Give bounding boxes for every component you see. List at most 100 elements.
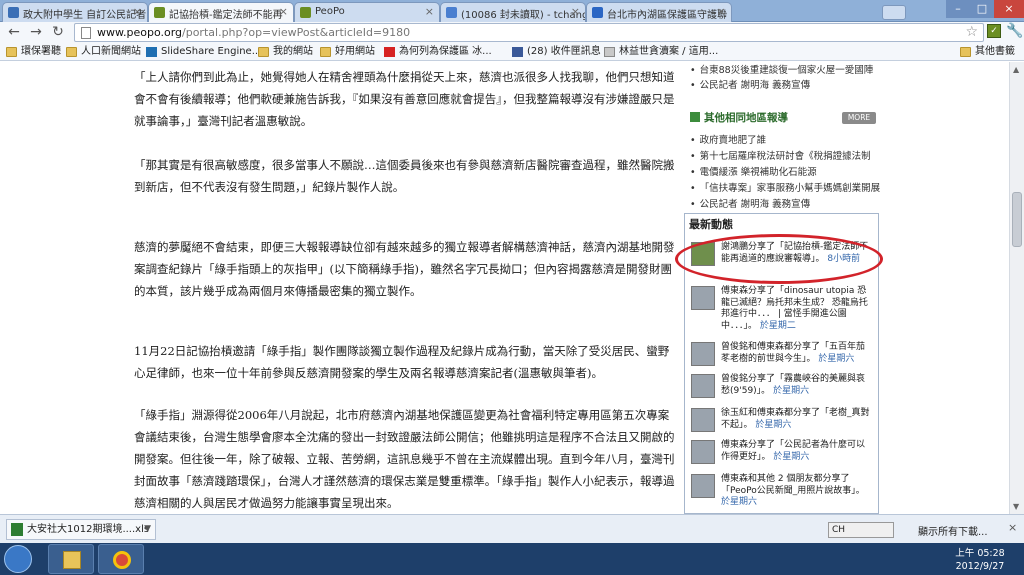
- bookmark-item[interactable]: 我的網站: [258, 44, 313, 60]
- bookmark-label: 為何列為保護區 冰...: [399, 46, 492, 57]
- folder-icon: [258, 47, 269, 57]
- bookmark-label: (28) 收件匣訊息: [527, 46, 601, 57]
- excel-file-icon: [11, 523, 23, 536]
- chrome-icon: [113, 551, 131, 569]
- activity-text: 傅東森和其他 2 個朋友都分享了「PeoPo公民新聞_用照片說故事」。 於星期六: [721, 474, 865, 507]
- slideshare-icon: [146, 47, 157, 57]
- article-paragraph: 「綠手指」淵源得從2006年八月說起，北市府慈濟內湖基地保護區變更為社會福利特定…: [134, 408, 675, 510]
- tab-1[interactable]: 政大附中學生 自訂公民記者 ×: [2, 2, 148, 22]
- folder-icon: [320, 47, 331, 57]
- download-filename: 大安社大1012期環境....xls: [27, 524, 150, 535]
- tab-5[interactable]: 台北市內湖區保護區守護聯 ×: [586, 2, 732, 22]
- activity-time: 於星期六: [755, 419, 792, 430]
- tab-favicon-icon: [446, 7, 457, 18]
- bookmark-item[interactable]: 環保署聽: [6, 44, 61, 60]
- tab-strip: 政大附中學生 自訂公民記者 × 記協抬槓-鑑定法師不能再 × PeoPo × (…: [0, 0, 1024, 22]
- scroll-thumb[interactable]: [1012, 192, 1022, 247]
- activity-item[interactable]: 傅東森和其他 2 個朋友都分享了「PeoPo公民新聞_用照片說故事」。 於星期六: [691, 474, 876, 514]
- article-paragraph: 11月22日記協抬槓邀請「綠手指」製作團隊談獨立製作過程及紀錄片成為行動，當天除…: [134, 344, 670, 380]
- tab-favicon-icon: [154, 7, 165, 18]
- more-button[interactable]: MORE: [842, 112, 876, 124]
- related-item[interactable]: 第十七屆羅庠稅法研討會《稅捐證據法制: [690, 148, 880, 162]
- extension-icon[interactable]: ✓: [987, 24, 1001, 38]
- sidebar-link[interactable]: 台東88災後重建談復一個家火屋一愛國陣: [690, 62, 874, 76]
- related-item[interactable]: 公民記者 謝明海 義務宣傳: [690, 196, 880, 210]
- bookmark-label: SlideShare Engine...: [161, 46, 262, 57]
- related-heading-label: 其他相同地區報導: [704, 112, 788, 124]
- tab-close-icon[interactable]: ×: [571, 5, 580, 18]
- avatar[interactable]: [691, 440, 715, 464]
- page-content: 「上人請你們到此為止，她覺得她人在精舍裡頭為什麼捐從天上來，慈濟也派很多人找我聊…: [0, 62, 1009, 514]
- scroll-down-icon[interactable]: ▼: [1013, 502, 1019, 511]
- folder-icon: [6, 47, 17, 57]
- chevron-down-icon[interactable]: ▼: [144, 520, 151, 539]
- activity-time: 於星期六: [773, 451, 810, 462]
- bookmark-item[interactable]: 人口新聞網站: [66, 44, 141, 60]
- bookmark-item[interactable]: 為何列為保護區 冰...: [384, 44, 492, 60]
- bookmark-label: 我的網站: [273, 46, 313, 57]
- clock-time: 上午 05:28: [955, 548, 1005, 559]
- bookmark-item[interactable]: SlideShare Engine...: [146, 44, 261, 60]
- new-tab-button[interactable]: [882, 5, 906, 20]
- related-item[interactable]: 政府賣地肥了誰: [690, 132, 880, 146]
- related-heading: 其他相同地區報導 MORE: [690, 109, 876, 129]
- tab-favicon-icon: [8, 7, 19, 18]
- minimize-button[interactable]: –: [946, 0, 970, 18]
- bookmark-item[interactable]: 好用網站: [320, 44, 375, 60]
- address-bar[interactable]: www.peopo.org/portal.php?op=viewPost&art…: [74, 23, 984, 42]
- start-button[interactable]: [4, 545, 32, 573]
- bookmark-item[interactable]: 林益世貪瀆案 / 這用...: [604, 44, 718, 60]
- activity-item[interactable]: 傅東森分享了「dinosaur utopia 恐龍已滅絕？烏托邦未生成？ 恐龍烏…: [691, 286, 876, 331]
- vertical-scrollbar[interactable]: ▲ ▼: [1009, 62, 1024, 514]
- bookmark-label: 其他書籤: [975, 46, 1015, 57]
- bookmarks-bar: 環保署聽 人口新聞網站 SlideShare Engine... 我的網站 好用…: [0, 43, 1024, 61]
- folder-icon: [66, 47, 77, 57]
- page-icon: [81, 27, 91, 39]
- avatar[interactable]: [691, 474, 715, 498]
- tab-close-icon[interactable]: ×: [279, 5, 288, 18]
- ime-label: CH: [832, 525, 846, 535]
- tab-2[interactable]: 記協抬槓-鑑定法師不能再 ×: [148, 2, 294, 22]
- activity-time: 於星期二: [759, 320, 796, 331]
- chrome-taskbar-button[interactable]: [98, 544, 144, 574]
- ime-bar[interactable]: CH: [828, 522, 894, 538]
- tab-3[interactable]: PeoPo ×: [294, 2, 440, 22]
- sidebar-link[interactable]: 公民記者 謝明海 義務宣傳: [690, 77, 811, 91]
- avatar[interactable]: [691, 374, 715, 398]
- activity-text: 傅東森分享了「公民記者為什麼可以作得更好」。 於星期六: [721, 440, 866, 462]
- download-item[interactable]: 大安社大1012期環境....xls ▼: [6, 519, 156, 540]
- explorer-taskbar-button[interactable]: [48, 544, 94, 574]
- scroll-up-icon[interactable]: ▲: [1013, 65, 1019, 74]
- article-paragraph: 「那其實是有很高敏感度，很多當事人不願說…這個委員後來也有參與慈濟新店醫院審查過…: [134, 158, 675, 194]
- tab-close-icon[interactable]: ×: [133, 5, 142, 18]
- reload-button[interactable]: ↻: [48, 23, 68, 42]
- facebook-icon: [512, 47, 523, 57]
- tab-4[interactable]: (10086 封未讀取) - tchang ×: [440, 2, 586, 22]
- system-clock[interactable]: 上午 05:28 2012/9/27: [945, 547, 1015, 573]
- activity-time: 於星期六: [818, 353, 855, 364]
- related-item[interactable]: 電價緩漲 樂視補助化石能源: [690, 164, 880, 178]
- back-button[interactable]: ←: [4, 23, 24, 42]
- tab-label: 政大附中學生 自訂公民記者: [23, 10, 147, 21]
- maximize-button[interactable]: □: [970, 0, 994, 18]
- wrench-icon[interactable]: 🔧: [1006, 23, 1023, 39]
- article-paragraph: 慈濟的夢魘絕不會結束，即便三大報報導缺位卻有越來越多的獨立報導者解構慈濟神話，慈…: [134, 240, 675, 298]
- related-item[interactable]: 「信扶專案」家事服務小幫手媽媽創業開展: [690, 180, 880, 194]
- tab-close-icon[interactable]: ×: [717, 5, 726, 18]
- article-paragraph: 「上人請你們到此為止，她覺得她人在精舍裡頭為什麼捐從天上來，慈濟也派很多人找我聊…: [134, 70, 675, 128]
- avatar[interactable]: [691, 286, 715, 310]
- avatar[interactable]: [691, 408, 715, 432]
- bookmark-item[interactable]: (28) 收件匣訊息: [512, 44, 601, 60]
- activity-title: 最新動態: [689, 218, 733, 231]
- bookmark-star-icon[interactable]: ☆: [965, 24, 978, 40]
- close-icon[interactable]: ×: [1008, 521, 1017, 534]
- close-window-button[interactable]: ×: [994, 0, 1024, 18]
- show-all-downloads-link[interactable]: 顯示所有下載...: [918, 523, 988, 538]
- tab-label: 記協抬槓-鑑定法師不能再: [169, 10, 283, 21]
- bookmark-label: 人口新聞網站: [81, 46, 141, 57]
- forward-button[interactable]: →: [26, 23, 46, 42]
- other-bookmarks[interactable]: 其他書籤: [960, 44, 1015, 60]
- tab-close-icon[interactable]: ×: [425, 5, 434, 18]
- activity-text: 曾俊銘和傅東森都分享了「五百年茄苳老樹的前世與今生」。 於星期六: [721, 342, 866, 364]
- avatar[interactable]: [691, 342, 715, 366]
